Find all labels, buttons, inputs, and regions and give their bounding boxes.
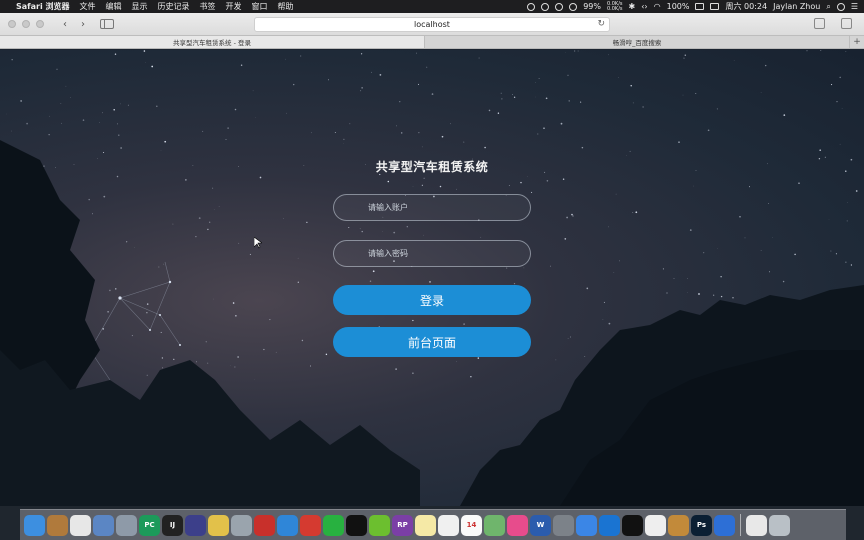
word-icon[interactable]: W: [530, 514, 551, 536]
calendar-icon[interactable]: 14: [461, 514, 482, 536]
front-page-button[interactable]: 前台页面: [333, 327, 531, 357]
browser-toolbar: ‹ › localhost ↻: [0, 13, 864, 36]
chrome-canary-icon[interactable]: [714, 514, 735, 536]
forward-button[interactable]: ›: [76, 17, 90, 31]
tab-baidu[interactable]: 畅滑哼_百度搜索: [425, 36, 850, 48]
tab-label: 畅滑哼_百度搜索: [612, 39, 662, 47]
axure-icon[interactable]: RP: [392, 514, 413, 536]
finder-icon[interactable]: [24, 514, 45, 536]
battery-percent: 99%: [583, 2, 601, 11]
login-button[interactable]: 登录: [333, 285, 531, 315]
siri-icon[interactable]: [836, 2, 845, 11]
code-icon[interactable]: ‹›: [641, 2, 647, 11]
menu-bar: Safari 浏览器 文件 编辑 显示 历史记录 书签 开发 窗口 帮助 99%…: [0, 0, 864, 13]
bluetooth-icon[interactable]: ✱: [629, 2, 636, 11]
tab-label: 共享型汽车租赁系统 - 登录: [173, 39, 251, 47]
mouse-cursor-icon: [254, 237, 262, 249]
new-tab-button[interactable]: +: [850, 36, 864, 48]
preview-icon[interactable]: [93, 514, 114, 536]
teamviewer-icon[interactable]: [599, 514, 620, 536]
maps-icon[interactable]: [484, 514, 505, 536]
mail-icon[interactable]: [300, 514, 321, 536]
green-app-icon[interactable]: [369, 514, 390, 536]
document-icon[interactable]: [746, 514, 767, 536]
battery-icon[interactable]: [695, 3, 705, 10]
menu-bookmarks[interactable]: 书签: [200, 1, 216, 12]
menu-view[interactable]: 显示: [132, 1, 148, 12]
photos-icon[interactable]: [70, 514, 91, 536]
page-content: 共享型汽车租赁系统 请输入账户 请输入密码 登录 前台页面: [0, 50, 864, 506]
notes-book-icon[interactable]: [47, 514, 68, 536]
clock[interactable]: 周六 00:24: [725, 1, 767, 12]
login-title: 共享型汽车租赁系统: [375, 160, 489, 174]
notification-center-icon[interactable]: ☰: [851, 2, 858, 11]
baidu-cloud-icon[interactable]: [576, 514, 597, 536]
qq-icon[interactable]: [346, 514, 367, 536]
network-speed: 0.0K/s 0.0K/s: [606, 1, 623, 12]
eclipse-icon[interactable]: [185, 514, 206, 536]
list-icon[interactable]: [438, 514, 459, 536]
menu-file[interactable]: 文件: [80, 1, 96, 12]
close-window-button[interactable]: [8, 20, 16, 28]
qq-status-icon[interactable]: [541, 2, 550, 11]
safari-icon[interactable]: [277, 514, 298, 536]
trash-icon[interactable]: [769, 514, 790, 536]
tree-silhouette-background: [0, 140, 864, 506]
menu-edit[interactable]: 编辑: [106, 1, 122, 12]
dock-separator: [740, 514, 741, 536]
notes-icon[interactable]: [415, 514, 436, 536]
keynote-icon[interactable]: [668, 514, 689, 536]
sidebar-toggle-button[interactable]: [100, 19, 114, 29]
address-bar[interactable]: localhost ↻: [254, 17, 610, 32]
desktop-strip: PC IJ RP 14 W Ps: [0, 506, 864, 540]
url-text: localhost: [414, 20, 450, 29]
minimize-window-button[interactable]: [22, 20, 30, 28]
wifi-icon[interactable]: ◠: [654, 2, 661, 11]
network-down: 0.0K/s: [606, 5, 623, 12]
password-input[interactable]: 请输入密码: [333, 240, 531, 267]
wechat-icon[interactable]: [323, 514, 344, 536]
tab-bar: 共享型汽车租赁系统 - 登录 畅滑哼_百度搜索 +: [0, 36, 864, 49]
back-button[interactable]: ‹: [58, 17, 72, 31]
intellij-icon[interactable]: IJ: [162, 514, 183, 536]
account-input[interactable]: 请输入账户: [333, 194, 531, 221]
zoom-window-button[interactable]: [36, 20, 44, 28]
wechat-status-icon[interactable]: [555, 2, 564, 11]
menu-history[interactable]: 历史记录: [158, 1, 190, 12]
record-icon[interactable]: [527, 2, 536, 11]
window-controls: [8, 20, 44, 28]
itunes-icon[interactable]: [507, 514, 528, 536]
input-method-icon[interactable]: [710, 3, 720, 10]
sequel-icon[interactable]: [208, 514, 229, 536]
battery-text: 100%: [666, 2, 690, 11]
disk-utility-icon[interactable]: [231, 514, 252, 536]
user-name[interactable]: Jaylan Zhou: [773, 2, 820, 11]
system-prefs-icon[interactable]: [553, 514, 574, 536]
spotlight-icon[interactable]: ⌕: [826, 2, 830, 12]
textedit-icon[interactable]: [645, 514, 666, 536]
tab-overview-button[interactable]: [841, 18, 852, 29]
menu-help[interactable]: 帮助: [278, 1, 294, 12]
launchpad-icon[interactable]: [116, 514, 137, 536]
menu-window[interactable]: 窗口: [252, 1, 268, 12]
reload-icon[interactable]: ↻: [597, 19, 605, 29]
circle-status-icon[interactable]: [569, 2, 578, 11]
dock: PC IJ RP 14 W Ps: [20, 509, 846, 540]
share-button[interactable]: [814, 18, 825, 29]
redis-icon[interactable]: [254, 514, 275, 536]
menu-develop[interactable]: 开发: [226, 1, 242, 12]
menu-app-name[interactable]: Safari 浏览器: [16, 1, 70, 12]
pycharm-icon[interactable]: PC: [139, 514, 160, 536]
photoshop-icon[interactable]: Ps: [691, 514, 712, 536]
qq-icon-2[interactable]: [622, 514, 643, 536]
tab-login[interactable]: 共享型汽车租赁系统 - 登录: [0, 36, 425, 48]
